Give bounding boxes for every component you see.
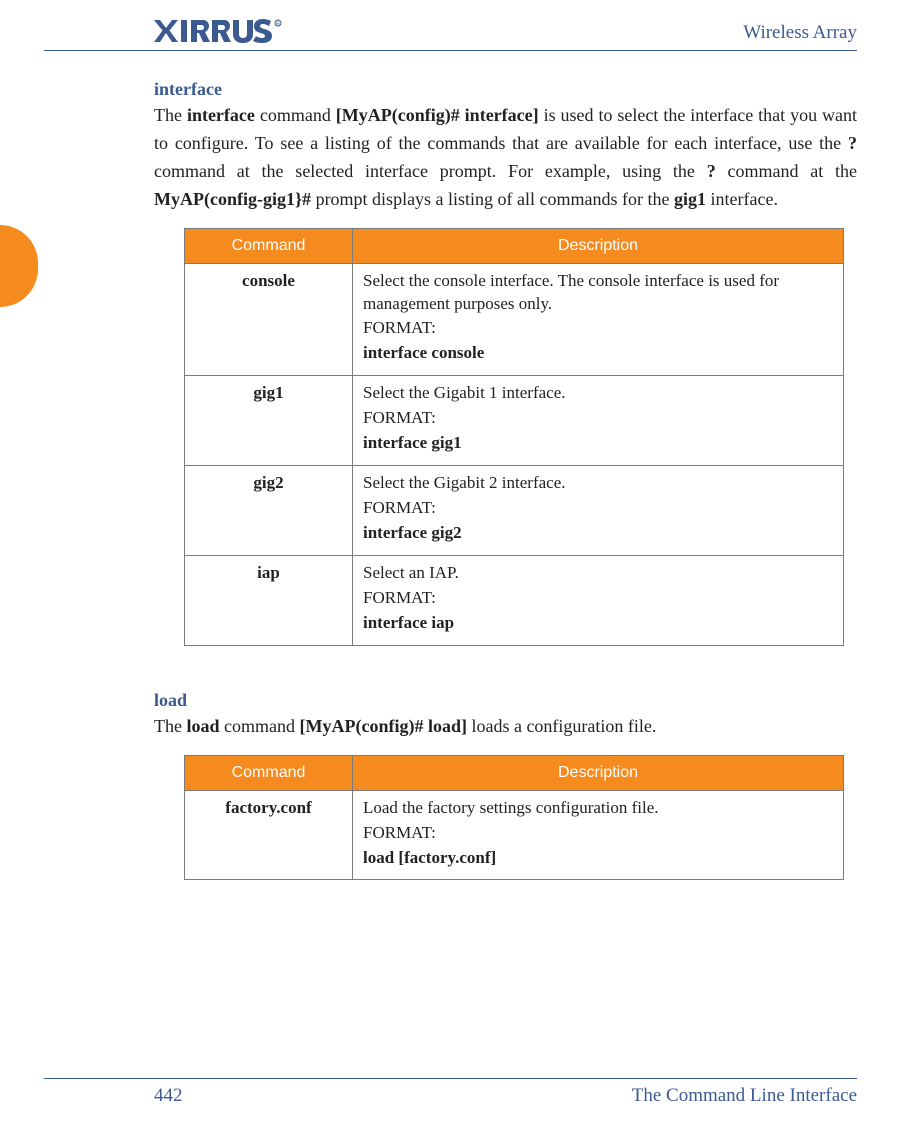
format-value: interface iap	[363, 612, 833, 635]
description-text: Select the Gigabit 2 interface.	[363, 472, 833, 495]
table-row: gig2Select the Gigabit 2 interface.FORMA…	[185, 466, 844, 556]
table-header-row: Command Description	[185, 755, 844, 790]
format-value: interface gig2	[363, 522, 833, 545]
format-label: FORMAT:	[363, 407, 833, 430]
table-row: gig1Select the Gigabit 1 interface.FORMA…	[185, 376, 844, 466]
page-content: interface The interface command [MyAP(co…	[154, 79, 857, 880]
table-header-row: Command Description	[185, 228, 844, 263]
description-cell: Select the console interface. The consol…	[353, 263, 844, 376]
table-row: iapSelect an IAP.FORMAT:interface iap	[185, 555, 844, 645]
section-intro-load: The load command [MyAP(config)# load] lo…	[154, 713, 857, 741]
command-cell: gig2	[185, 466, 353, 556]
brand-logo: R	[44, 18, 304, 44]
section-intro-interface: The interface command [MyAP(config)# int…	[154, 102, 857, 214]
xirrus-logo-icon: R	[154, 18, 304, 44]
description-text: Load the factory settings configuration …	[363, 797, 833, 820]
format-label: FORMAT:	[363, 497, 833, 520]
col-description: Description	[353, 228, 844, 263]
table-row: factory.conf Load the factory settings co…	[185, 790, 844, 880]
page-number: 442	[44, 1085, 183, 1107]
command-cell: console	[185, 263, 353, 376]
section-heading-load: load	[154, 690, 857, 711]
description-cell: Load the factory settings configuration …	[353, 790, 844, 880]
side-tab-icon	[0, 225, 38, 307]
col-command: Command	[185, 755, 353, 790]
command-cell: factory.conf	[185, 790, 353, 880]
description-cell: Select the Gigabit 1 interface.FORMAT:in…	[353, 376, 844, 466]
col-command: Command	[185, 228, 353, 263]
format-value: load [factory.conf]	[363, 847, 833, 870]
description-text: Select the Gigabit 1 interface.	[363, 382, 833, 405]
page: R Wireless Array interface The interface…	[0, 0, 901, 1133]
description-text: Select an IAP.	[363, 562, 833, 585]
format-label: FORMAT:	[363, 317, 833, 340]
col-description: Description	[353, 755, 844, 790]
format-label: FORMAT:	[363, 587, 833, 610]
command-cell: gig1	[185, 376, 353, 466]
load-command-table: Command Description factory.conf Load the…	[184, 755, 844, 881]
page-header: R Wireless Array	[44, 18, 857, 51]
chapter-title: The Command Line Interface	[632, 1085, 857, 1107]
document-title: Wireless Array	[743, 22, 857, 44]
format-label: FORMAT:	[363, 822, 833, 845]
description-cell: Select an IAP.FORMAT:interface iap	[353, 555, 844, 645]
description-cell: Select the Gigabit 2 interface.FORMAT:in…	[353, 466, 844, 556]
format-value: interface console	[363, 342, 833, 365]
command-cell: iap	[185, 555, 353, 645]
section-heading-interface: interface	[154, 79, 857, 100]
page-footer: 442 The Command Line Interface	[44, 1078, 857, 1107]
description-text: Select the console interface. The consol…	[363, 270, 833, 316]
format-value: interface gig1	[363, 432, 833, 455]
table-row: consoleSelect the console interface. The…	[185, 263, 844, 376]
interface-command-table: Command Description consoleSelect the co…	[184, 228, 844, 646]
